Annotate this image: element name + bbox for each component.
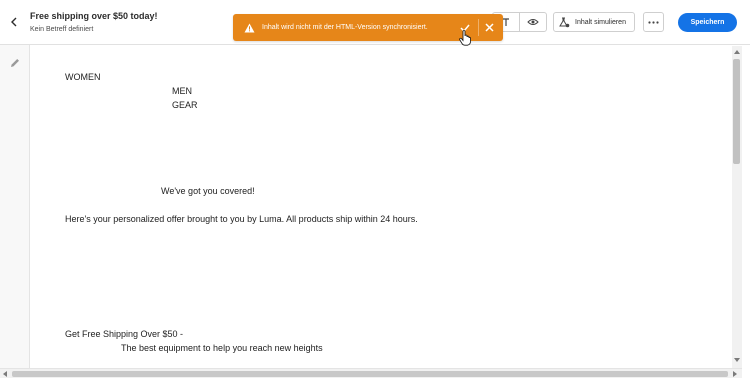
horizontal-scroll-thumb[interactable] <box>12 371 728 377</box>
subject-line: Kein Betreff definiert <box>30 26 94 33</box>
promo-title: Get Free Shipping Over $50 - <box>65 329 184 339</box>
eye-icon <box>527 19 539 25</box>
close-icon[interactable] <box>483 21 496 34</box>
alert-triangle-icon <box>243 22 255 34</box>
chevron-left-icon[interactable] <box>7 14 21 30</box>
promo-subtitle: The best equipment to help you reach new… <box>121 343 323 353</box>
scroll-right-arrow[interactable] <box>733 371 737 377</box>
simulate-content-button[interactable]: Inhalt simulieren <box>553 12 635 32</box>
scroll-down-arrow[interactable] <box>734 358 740 362</box>
right-rail <box>742 46 750 378</box>
left-rail <box>0 45 30 378</box>
email-canvas[interactable]: WOMEN MEN GEAR We've got you covered! He… <box>31 46 732 368</box>
vertical-scrollbar[interactable] <box>732 46 742 368</box>
preview-button[interactable] <box>519 12 547 32</box>
headline: We've got you covered! <box>161 186 255 196</box>
scroll-left-arrow[interactable] <box>3 371 7 377</box>
page-title: Free shipping over $50 today! <box>30 11 158 21</box>
vertical-scroll-thumb[interactable] <box>733 59 740 164</box>
nav-men[interactable]: MEN <box>172 86 192 96</box>
scroll-up-arrow[interactable] <box>734 50 740 54</box>
toast-divider <box>478 19 479 36</box>
simulate-flask-icon <box>559 17 570 27</box>
offer-text: Here's your personalized offer brought t… <box>65 214 418 224</box>
horizontal-scrollbar[interactable] <box>0 368 742 378</box>
more-horizontal-icon <box>648 20 659 24</box>
nav-women[interactable]: WOMEN <box>65 72 101 82</box>
pencil-icon[interactable] <box>9 57 21 69</box>
simulate-label: Inhalt simulieren <box>575 18 626 26</box>
toast-message: Inhalt wird nicht mit der HTML-Version s… <box>262 24 428 31</box>
more-options-button[interactable] <box>643 12 664 32</box>
save-button[interactable]: Speichern <box>678 13 737 32</box>
nav-gear[interactable]: GEAR <box>172 100 198 110</box>
hand-pointer-icon <box>459 30 471 46</box>
